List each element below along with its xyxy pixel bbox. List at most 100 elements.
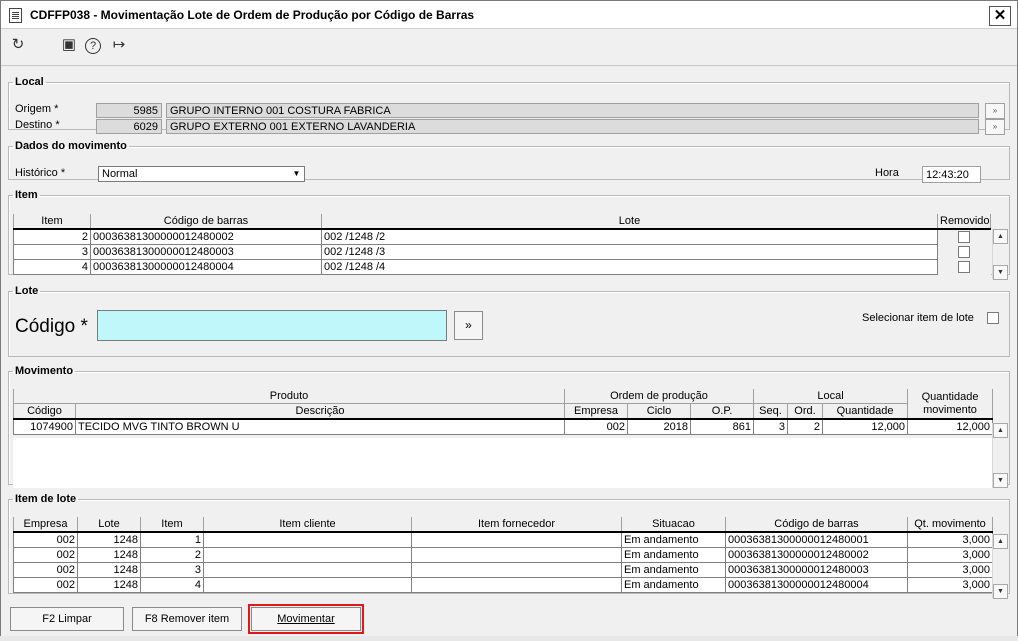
limpar-button[interactable]: F2 Limpar bbox=[10, 607, 124, 631]
scroll-down-icon[interactable]: ▼ bbox=[993, 473, 1008, 488]
hora-field[interactable]: 12:43:20 bbox=[922, 166, 981, 183]
ord-col-header[interactable]: Ord. bbox=[787, 403, 823, 420]
lote-col-header[interactable]: Lote bbox=[77, 517, 141, 533]
item-cliente-cell[interactable] bbox=[203, 531, 412, 548]
lote-col-header[interactable]: Lote bbox=[321, 214, 938, 230]
qt-movimento-cell[interactable]: 3,000 bbox=[907, 562, 993, 578]
barcode-cell[interactable]: 00036381300000012480004 bbox=[725, 577, 908, 593]
scroll-down-icon[interactable]: ▼ bbox=[993, 584, 1008, 599]
scroll-down-icon[interactable]: ▼ bbox=[993, 265, 1008, 280]
barcode-cell[interactable]: 00036381300000012480002 bbox=[90, 228, 322, 245]
descricao-col-header[interactable]: Descrição bbox=[75, 403, 565, 420]
empresa-col-header[interactable]: Empresa bbox=[564, 403, 628, 420]
ciclo-cell[interactable]: 2018 bbox=[627, 418, 691, 435]
barcode-cell[interactable]: 00036381300000012480001 bbox=[725, 531, 908, 548]
qt-movimento-cell[interactable]: 3,000 bbox=[907, 577, 993, 593]
empresa-cell[interactable]: 002 bbox=[13, 577, 78, 593]
situacao-col-header[interactable]: Situacao bbox=[621, 517, 726, 533]
table-row[interactable]: 002 1248 2 Em andamento 0003638130000001… bbox=[13, 547, 993, 563]
removido-checkbox[interactable] bbox=[958, 231, 970, 244]
item-col-header[interactable]: Item bbox=[13, 214, 91, 230]
table-row[interactable]: 3 00036381300000012480003 002 /1248 /3 bbox=[13, 244, 991, 260]
barcode-cell[interactable]: 00036381300000012480004 bbox=[90, 259, 322, 275]
seq-col-header[interactable]: Seq. bbox=[753, 403, 788, 420]
item-lote-scrollbar[interactable]: ▲ ▼ bbox=[992, 534, 1008, 599]
item-cliente-cell[interactable] bbox=[203, 547, 412, 563]
destino-code-field[interactable]: 6029 bbox=[96, 119, 162, 134]
chevron-down-icon[interactable]: ▼ bbox=[290, 168, 303, 180]
table-row[interactable]: 002 1248 3 Em andamento 0003638130000001… bbox=[13, 562, 993, 578]
item-cell[interactable]: 3 bbox=[13, 244, 91, 260]
item-cliente-cell[interactable] bbox=[203, 577, 412, 593]
historico-select[interactable]: Normal ▼ bbox=[98, 166, 305, 182]
barcode-cell[interactable]: 00036381300000012480002 bbox=[725, 547, 908, 563]
qtd-movimento-cell[interactable]: 12,000 bbox=[907, 418, 994, 435]
item-col-header[interactable]: Item bbox=[140, 517, 204, 533]
item-cell[interactable]: 3 bbox=[140, 562, 204, 578]
removido-checkbox[interactable] bbox=[958, 261, 970, 274]
op-cell[interactable]: 861 bbox=[690, 418, 754, 435]
situacao-cell[interactable]: Em andamento bbox=[621, 577, 726, 593]
barcode-cell[interactable]: 00036381300000012480003 bbox=[90, 244, 322, 260]
close-button[interactable]: ✕ bbox=[989, 6, 1011, 26]
item-cliente-cell[interactable] bbox=[203, 562, 412, 578]
lote-cell[interactable]: 1248 bbox=[77, 547, 141, 563]
situacao-cell[interactable]: Em andamento bbox=[621, 547, 726, 563]
item-cliente-col-header[interactable]: Item cliente bbox=[203, 517, 412, 533]
empresa-cell[interactable]: 002 bbox=[13, 562, 78, 578]
op-col-header[interactable]: O.P. bbox=[690, 403, 754, 420]
codigo-input[interactable] bbox=[97, 310, 447, 341]
empresa-cell[interactable]: 002 bbox=[13, 547, 78, 563]
removido-col-header[interactable]: Removido bbox=[937, 214, 991, 230]
qt-movimento-cell[interactable]: 3,000 bbox=[907, 531, 993, 548]
ord-cell[interactable]: 2 bbox=[787, 418, 823, 435]
refresh-icon[interactable]: ↻ bbox=[9, 36, 27, 54]
item-cell[interactable]: 1 bbox=[140, 531, 204, 548]
item-fornecedor-cell[interactable] bbox=[411, 577, 622, 593]
table-row[interactable]: 1074900 TECIDO MVG TINTO BROWN U 002 201… bbox=[13, 418, 994, 435]
item-cell[interactable]: 2 bbox=[140, 547, 204, 563]
remover-item-button[interactable]: F8 Remover item bbox=[132, 607, 242, 631]
calendar-icon[interactable]: ▣ bbox=[60, 36, 78, 54]
selecionar-checkbox[interactable] bbox=[987, 312, 999, 324]
table-row[interactable]: 002 1248 1 Em andamento 0003638130000001… bbox=[13, 531, 993, 548]
lote-cell[interactable]: 1248 bbox=[77, 531, 141, 548]
qt-movimento-cell[interactable]: 3,000 bbox=[907, 547, 993, 563]
removido-checkbox[interactable] bbox=[958, 246, 970, 259]
lote-cell[interactable]: 1248 bbox=[77, 577, 141, 593]
empresa-col-header[interactable]: Empresa bbox=[13, 517, 78, 533]
descricao-cell[interactable]: TECIDO MVG TINTO BROWN U bbox=[75, 418, 565, 435]
barcode-col-header[interactable]: Código de barras bbox=[725, 517, 908, 533]
item-fornecedor-cell[interactable] bbox=[411, 547, 622, 563]
barcode-col-header[interactable]: Código de barras bbox=[90, 214, 322, 230]
codigo-cell[interactable]: 1074900 bbox=[13, 418, 76, 435]
quantidade-movimento-header[interactable]: Quantidade movimento bbox=[907, 389, 994, 420]
empresa-cell[interactable]: 002 bbox=[13, 531, 78, 548]
empresa-cell[interactable]: 002 bbox=[564, 418, 628, 435]
ciclo-col-header[interactable]: Ciclo bbox=[627, 403, 691, 420]
scroll-up-icon[interactable]: ▲ bbox=[993, 229, 1008, 244]
scroll-up-icon[interactable]: ▲ bbox=[993, 534, 1008, 549]
item-cell[interactable]: 4 bbox=[140, 577, 204, 593]
lote-cell[interactable]: 1248 bbox=[77, 562, 141, 578]
lote-cell[interactable]: 002 /1248 /3 bbox=[321, 244, 938, 260]
destino-lookup-button[interactable]: » bbox=[985, 119, 1005, 135]
seq-cell[interactable]: 3 bbox=[753, 418, 788, 435]
item-cell[interactable]: 2 bbox=[13, 228, 91, 245]
situacao-cell[interactable]: Em andamento bbox=[621, 531, 726, 548]
item-scrollbar[interactable]: ▲ ▼ bbox=[992, 229, 1008, 280]
item-cell[interactable]: 4 bbox=[13, 259, 91, 275]
qt-movimento-col-header[interactable]: Qt. movimento bbox=[907, 517, 993, 533]
barcode-cell[interactable]: 00036381300000012480003 bbox=[725, 562, 908, 578]
movimento-scrollbar[interactable]: ▲ ▼ bbox=[992, 423, 1008, 488]
quantidade-cell[interactable]: 12,000 bbox=[821, 418, 909, 435]
lote-cell[interactable]: 002 /1248 /2 bbox=[321, 228, 938, 245]
situacao-cell[interactable]: Em andamento bbox=[621, 562, 726, 578]
item-fornecedor-cell[interactable] bbox=[411, 562, 622, 578]
table-row[interactable]: 4 00036381300000012480004 002 /1248 /4 bbox=[13, 259, 991, 275]
origem-code-field[interactable]: 5985 bbox=[96, 103, 162, 118]
exit-icon[interactable]: ↦ bbox=[110, 36, 128, 54]
codigo-col-header[interactable]: Código bbox=[13, 403, 76, 420]
table-row[interactable]: 2 00036381300000012480002 002 /1248 /2 bbox=[13, 228, 991, 245]
origem-lookup-button[interactable]: » bbox=[985, 103, 1005, 119]
